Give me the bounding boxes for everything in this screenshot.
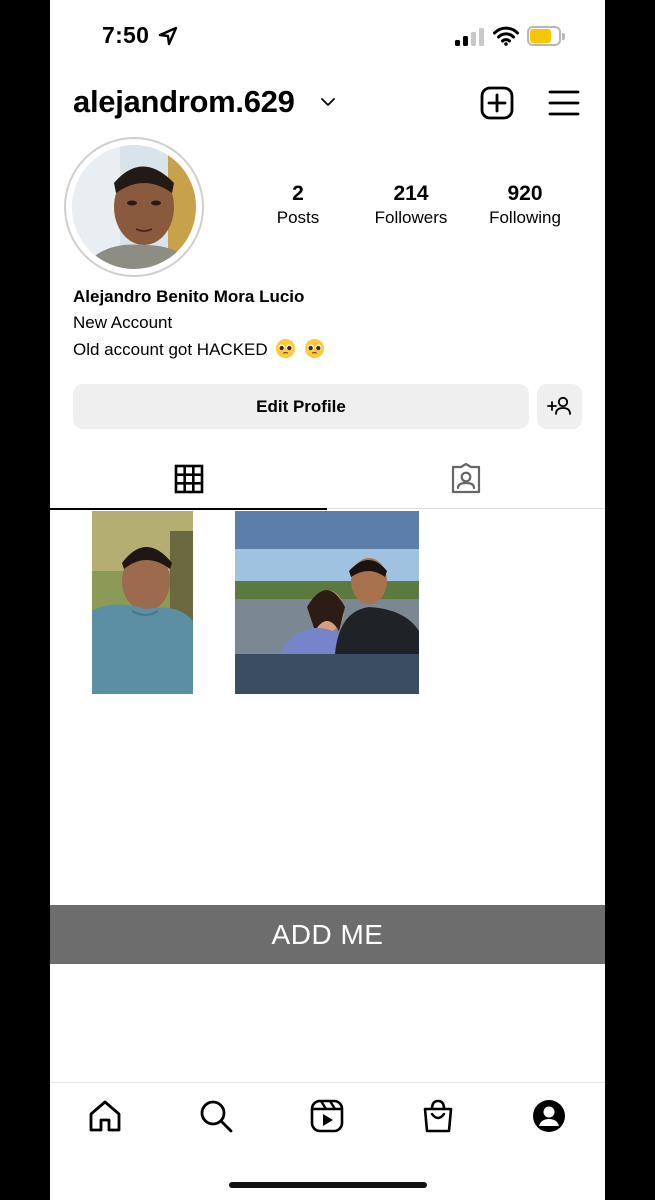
grid-icon	[174, 464, 204, 494]
pleading-face-emoji-icon	[305, 338, 325, 359]
bio-line: Old account got HACKED	[73, 340, 268, 359]
edit-profile-button[interactable]: Edit Profile	[73, 384, 529, 429]
location-arrow-icon	[158, 26, 178, 46]
add-person-icon	[547, 396, 571, 415]
divider	[50, 1082, 605, 1083]
status-time: 7:50	[102, 22, 150, 48]
wifi-icon	[493, 26, 519, 46]
post-thumbnail[interactable]	[92, 511, 193, 694]
full-name: Alejandro Benito Mora Lucio	[73, 287, 305, 306]
stat-label: Following	[489, 208, 561, 227]
active-tab-indicator	[50, 508, 327, 510]
divider	[327, 508, 605, 509]
bio-line-with-emoji: Old account got HACKED	[73, 338, 325, 360]
battery-icon	[527, 26, 565, 46]
chevron-down-icon[interactable]	[320, 96, 336, 108]
username-switcher[interactable]: alejandrom.629	[73, 84, 295, 120]
add-me-banner: ADD ME	[50, 905, 605, 964]
bio-line: New Account	[73, 313, 173, 332]
pleading-face-emoji-icon	[276, 338, 296, 359]
tab-tagged[interactable]	[327, 450, 605, 510]
stat-posts[interactable]: 2 Posts	[243, 182, 353, 230]
home-indicator[interactable]	[229, 1182, 427, 1188]
status-bar: 7:50	[50, 0, 605, 70]
search-icon[interactable]	[198, 1098, 234, 1134]
discover-people-button[interactable]	[537, 384, 582, 429]
reels-icon[interactable]	[309, 1098, 345, 1134]
tagged-icon	[451, 463, 481, 494]
stat-value: 2	[292, 182, 304, 205]
stat-followers[interactable]: 214 Followers	[356, 182, 466, 230]
stat-label: Posts	[276, 208, 320, 227]
stat-following[interactable]: 920 Following	[470, 182, 580, 230]
profile-icon[interactable]	[531, 1098, 567, 1134]
stat-label: Followers	[374, 208, 448, 227]
menu-icon[interactable]	[548, 88, 580, 118]
tab-posts-grid[interactable]	[50, 450, 327, 510]
new-post-icon[interactable]	[480, 86, 514, 120]
shop-icon[interactable]	[420, 1098, 456, 1134]
avatar[interactable]	[72, 145, 196, 269]
phone-screen: 7:50 alejandrom.629 2 Posts 214 Follower…	[50, 0, 605, 1200]
post-thumbnail[interactable]	[235, 511, 419, 694]
home-icon[interactable]	[87, 1098, 123, 1134]
stat-value: 214	[393, 182, 429, 205]
stat-value: 920	[507, 182, 543, 205]
cellular-signal-icon	[455, 28, 485, 46]
